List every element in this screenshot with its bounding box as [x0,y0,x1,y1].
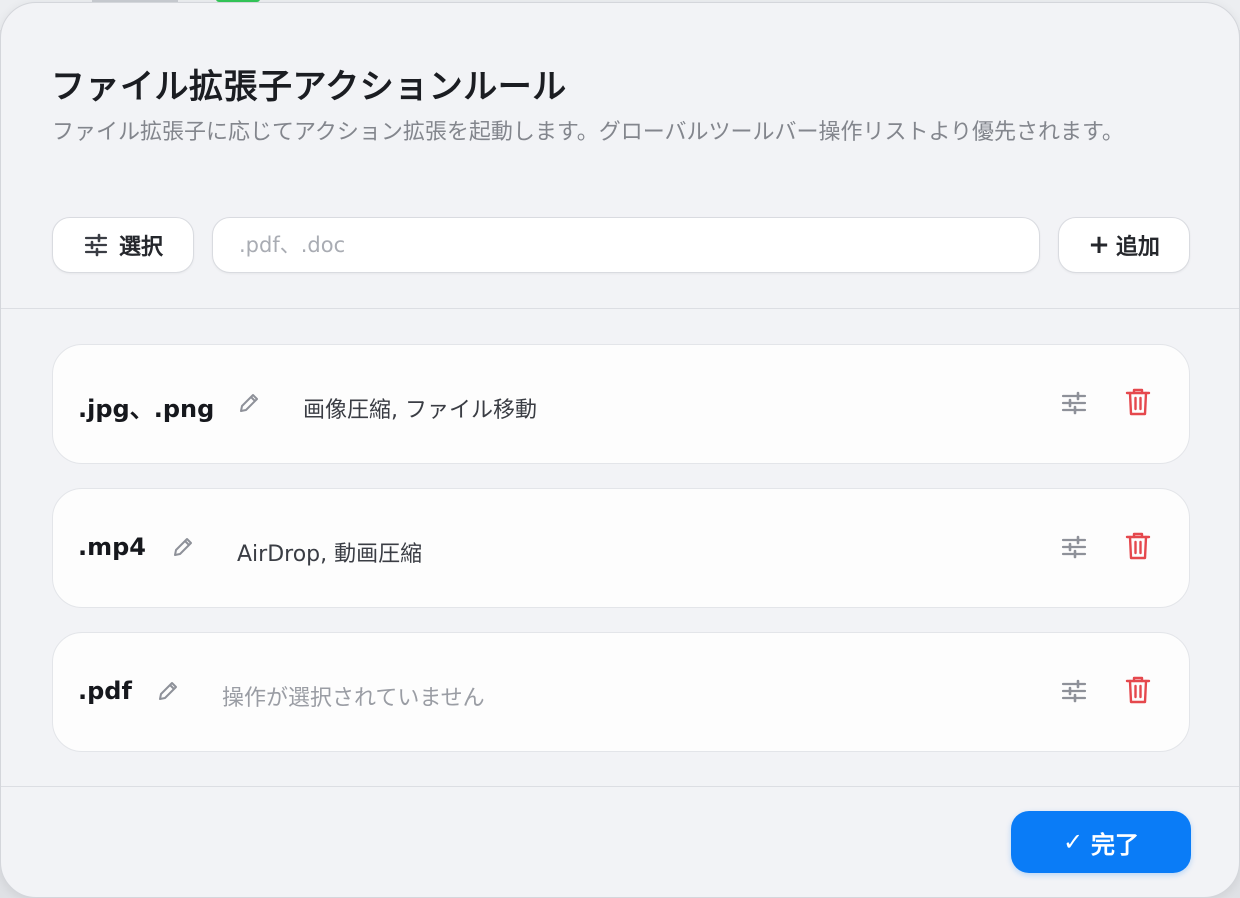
dialog-subtitle: ファイル拡張子に応じてアクション拡張を起動します。グローバルツールバー操作リスト… [52,120,1124,145]
done-button[interactable]: ✓ 完了 [1011,811,1191,873]
pencil-icon[interactable] [156,679,180,703]
done-label: 完了 [1091,830,1140,859]
rule-extensions: .jpg、.png [78,395,215,423]
rule-row: .pdf 操作が選択されていません [52,632,1190,752]
rule-list: .jpg、.png 画像圧縮, ファイル移動 .mp4 AirDrop, 動画圧… [52,344,1190,776]
rule-extensions: .mp4 [78,533,147,561]
trash-icon[interactable] [1124,387,1152,417]
footer-divider [1,786,1239,787]
extension-input-wrapper [212,217,1040,273]
plus-icon: + [1088,230,1110,260]
pencil-icon[interactable] [237,391,261,415]
extension-rules-dialog: ファイル拡張子アクションルール ファイル拡張子に応じてアクション拡張を起動します… [0,2,1240,898]
rule-extensions: .pdf [78,677,132,705]
select-actions-label: 選択 [118,235,163,260]
rule-actions-empty: 操作が選択されていません [222,686,485,711]
checkmark-icon: ✓ [1062,828,1084,856]
add-rule-label: 追加 [1115,235,1160,260]
rule-actions: 画像圧縮, ファイル移動 [303,398,537,423]
rule-toolbar: 選択 + 追加 [1,217,1239,277]
sliders-icon[interactable] [1060,389,1088,417]
trash-icon[interactable] [1124,531,1152,561]
toolbar-divider [1,308,1239,309]
dialog-title: ファイル拡張子アクションルール [51,67,567,107]
trash-icon[interactable] [1124,675,1152,705]
sliders-icon[interactable] [1060,677,1088,705]
add-rule-button[interactable]: + 追加 [1058,217,1190,273]
select-actions-button[interactable]: 選択 [52,217,194,273]
rule-actions: AirDrop, 動画圧縮 [237,542,423,567]
sliders-icon[interactable] [1060,533,1088,561]
rule-row: .mp4 AirDrop, 動画圧縮 [52,488,1190,608]
extension-input[interactable] [237,232,1021,258]
rule-row: .jpg、.png 画像圧縮, ファイル移動 [52,344,1190,464]
pencil-icon[interactable] [171,535,195,559]
sliders-icon [84,233,108,257]
